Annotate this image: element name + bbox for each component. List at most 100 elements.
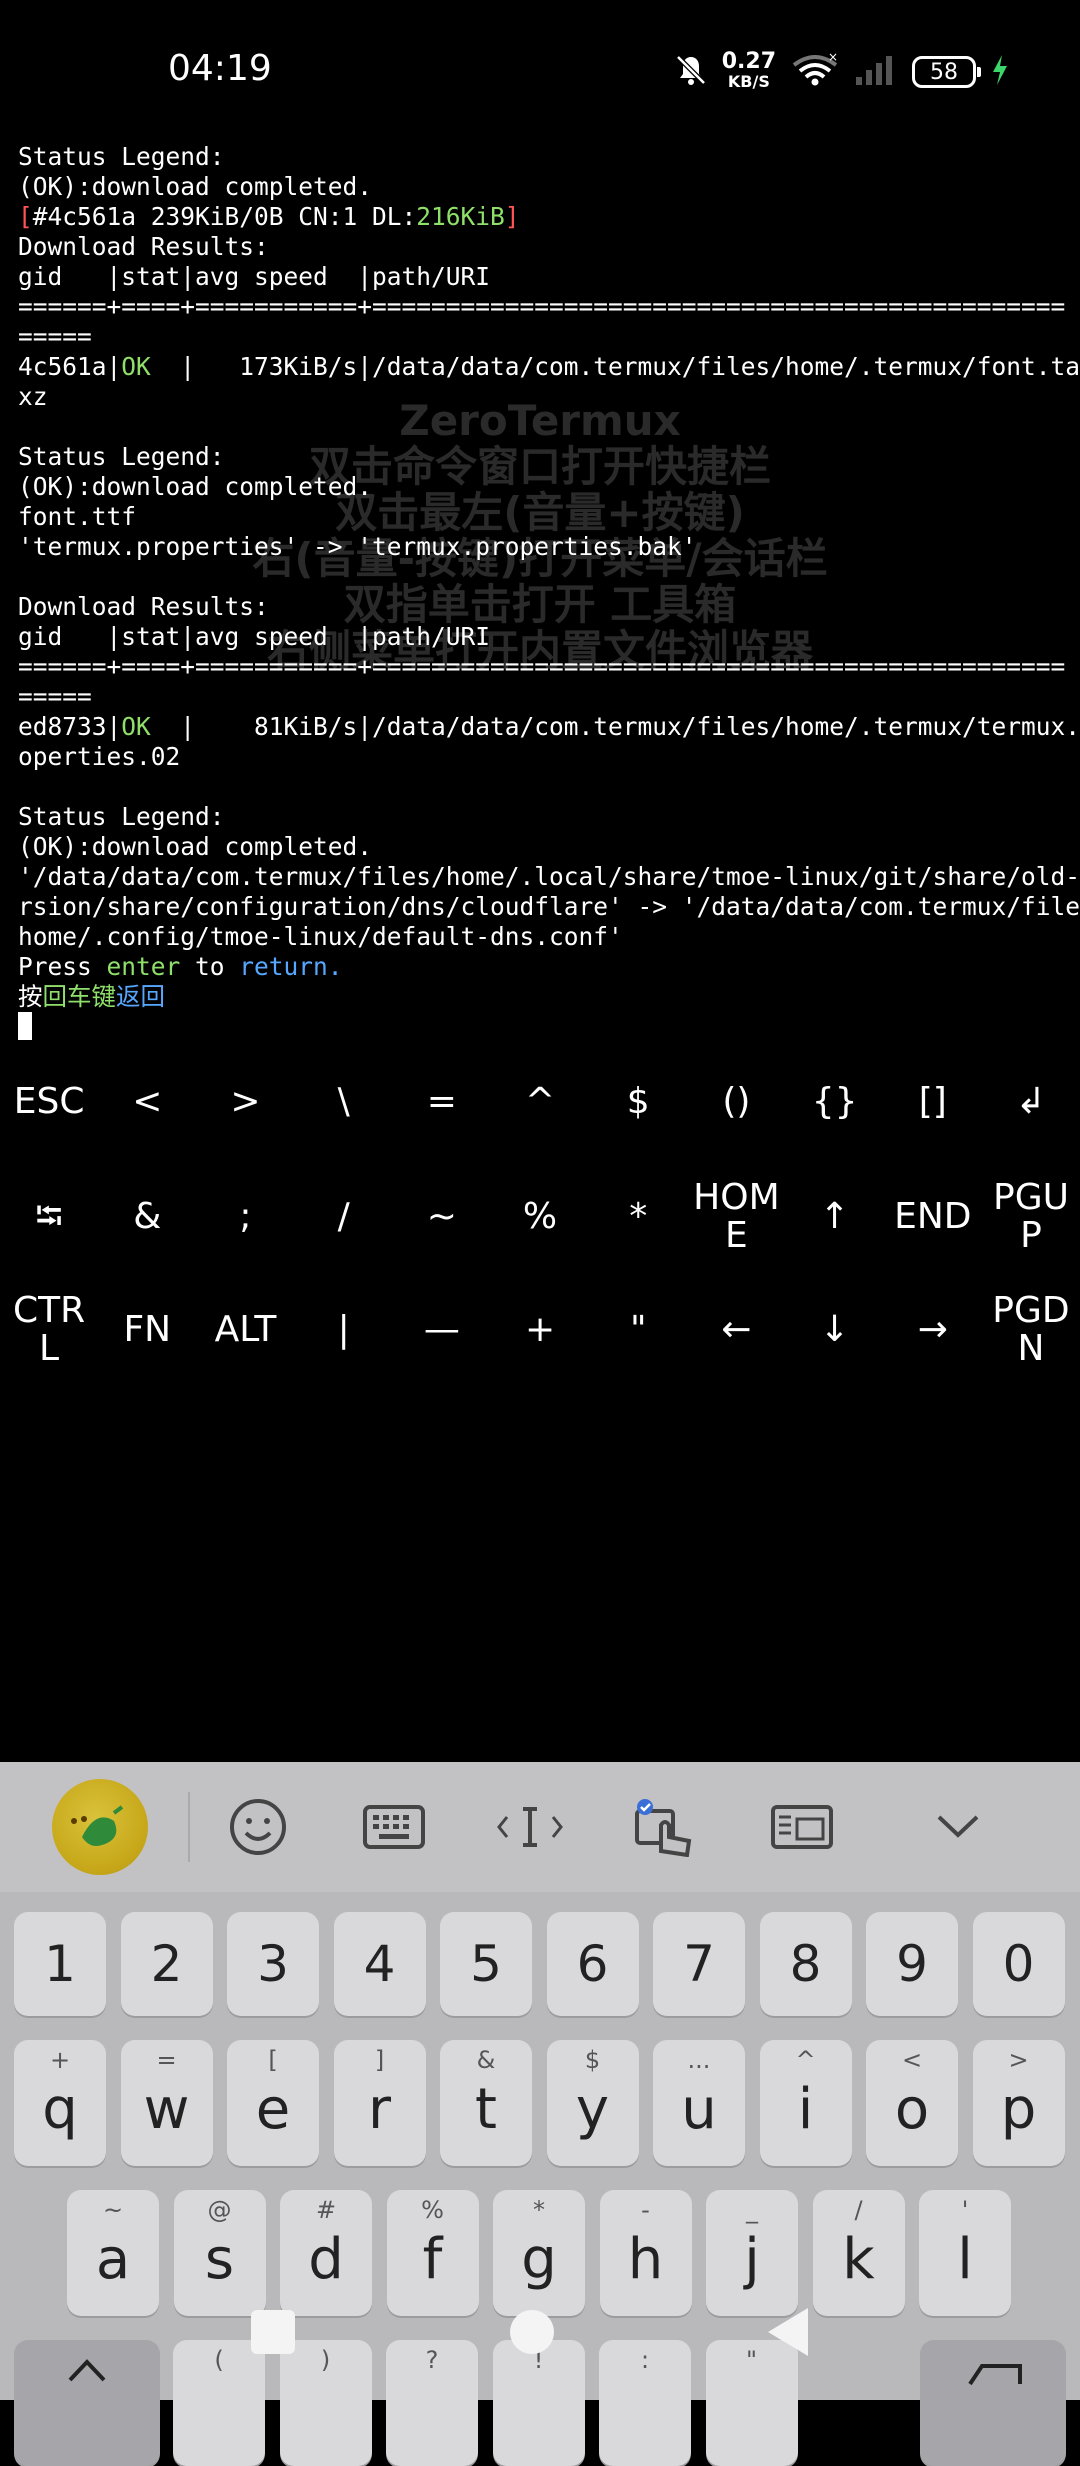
extra-key[interactable]: ↓ (786, 1288, 884, 1372)
shift-key[interactable] (14, 2340, 160, 2466)
key-letter[interactable]: < o (866, 2040, 958, 2166)
key-letter[interactable]: & t (440, 2040, 532, 2166)
extra-key[interactable]: = (393, 1070, 491, 1134)
keyboard-icon[interactable] (326, 1762, 462, 1892)
extra-key[interactable]: < (98, 1070, 196, 1134)
key-letter-label: a (95, 2227, 131, 2292)
extra-key[interactable]: FN (98, 1288, 196, 1372)
key-digit[interactable]: 0 (972, 1912, 1065, 2016)
key-letter[interactable]: + q (14, 2040, 106, 2166)
key-letter-label: q (42, 2077, 78, 2142)
key-letter[interactable]: > p (972, 2040, 1065, 2166)
key-letter[interactable]: ^ i (759, 2040, 852, 2166)
terminal-text: OK (121, 712, 151, 741)
key-digit[interactable]: 1 (14, 1912, 106, 2016)
key-letter[interactable]: @ s (173, 2190, 266, 2316)
terminal-text: Download Results: (18, 232, 269, 261)
extra-key[interactable]: — (393, 1288, 491, 1372)
key-digit[interactable]: 7 (653, 1912, 745, 2016)
emoji-icon[interactable] (190, 1762, 326, 1892)
key-letter[interactable]: ) (279, 2340, 372, 2466)
key-letter[interactable]: [e (227, 2040, 319, 2166)
key-letter[interactable]: ' l (919, 2190, 1011, 2316)
extra-key[interactable]: → (884, 1288, 982, 1372)
key-letter[interactable]: -h (599, 2190, 692, 2316)
extra-key[interactable]: & (98, 1175, 196, 1259)
terminal-line: xz (18, 382, 1068, 412)
extra-key[interactable]: ← (687, 1288, 785, 1372)
terminal-text: Status Legend: (18, 442, 225, 471)
terminal-text: to (180, 952, 240, 981)
key-letter[interactable]: = w (120, 2040, 213, 2166)
terminal-text: OK (121, 352, 151, 381)
key-digit[interactable]: 2 (120, 1912, 213, 2016)
extra-key[interactable]: \ (295, 1070, 393, 1134)
key-digit[interactable]: 3 (227, 1912, 319, 2016)
cursor-edit-icon[interactable] (462, 1762, 598, 1892)
extra-key[interactable]: [] (884, 1070, 982, 1134)
key-letter[interactable]: $ y (546, 2040, 639, 2166)
key-letter[interactable]: # d (280, 2190, 372, 2316)
key-symbol-hint: ^ (795, 2046, 816, 2074)
delete-key[interactable] (920, 2340, 1066, 2466)
nav-home-button[interactable] (510, 2310, 554, 2354)
extra-key[interactable]: CTR L (0, 1288, 98, 1372)
key-symbol-hint: > (1008, 2046, 1029, 2074)
terminal-text: return. (239, 952, 343, 981)
extra-key[interactable]: ↑ (786, 1175, 884, 1259)
key-digit[interactable]: 6 (546, 1912, 639, 2016)
extra-key[interactable]: {} (786, 1070, 884, 1134)
key-letter[interactable]: : (599, 2340, 691, 2466)
extra-key[interactable]: ; (196, 1175, 294, 1259)
key-letter[interactable]: ? (386, 2340, 478, 2466)
extra-key[interactable]: + (491, 1288, 589, 1372)
extra-key[interactable]: " (589, 1288, 687, 1372)
handwriting-icon[interactable] (734, 1762, 870, 1892)
key-letter[interactable]: / k (812, 2190, 905, 2316)
net-speed: 0.27 KB/S (722, 51, 776, 92)
terminal-output[interactable]: Status Legend: (OK):download completed. [#… (18, 142, 1080, 1042)
key-letter[interactable]: ... u (653, 2040, 745, 2166)
terminal-text: 216KiB (416, 202, 505, 231)
terminal-line: (OK):download completed. (18, 472, 1068, 502)
nav-back-button[interactable] (764, 2304, 812, 2364)
nav-recent-button[interactable] (251, 2310, 295, 2354)
extra-key[interactable]: ↲ (982, 1070, 1080, 1134)
key-letter[interactable]: ] r (333, 2040, 426, 2166)
extra-key[interactable]: $ (589, 1070, 687, 1134)
extra-key[interactable]: END (884, 1175, 982, 1259)
key-letter-label: u (681, 2077, 717, 2142)
extra-key[interactable]: ESC (0, 1070, 98, 1134)
key-symbol-hint: & (476, 2046, 496, 2074)
extra-key[interactable]: ^ (491, 1070, 589, 1134)
extra-key[interactable]: PGD N (982, 1288, 1080, 1372)
extra-key[interactable]: | (295, 1288, 393, 1372)
extra-key[interactable]: % (491, 1175, 589, 1259)
key-digit[interactable]: 5 (440, 1912, 532, 2016)
terminal-text: ed8733| (18, 712, 122, 741)
key-digit[interactable]: 4 (333, 1912, 426, 2016)
extra-key[interactable]: HOM E (687, 1175, 785, 1259)
key-digit[interactable]: 9 (866, 1912, 958, 2016)
ime-logo-icon[interactable] (52, 1779, 148, 1875)
extra-key[interactable]: > (196, 1070, 294, 1134)
key-digit[interactable]: 8 (759, 1912, 852, 2016)
extra-key[interactable]: / (295, 1175, 393, 1259)
extra-key[interactable]: ALT (196, 1288, 294, 1372)
extra-key[interactable]: () (687, 1070, 785, 1134)
key-letter[interactable]: * g (493, 2190, 585, 2316)
key-letter[interactable]: % f (386, 2190, 479, 2316)
collapse-icon[interactable] (890, 1762, 1026, 1892)
terminal-line: 'termux.properties' -> 'termux.propertie… (18, 532, 1068, 562)
key-letter[interactable]: _ j (706, 2190, 798, 2316)
key-letter[interactable]: ( (173, 2340, 265, 2466)
terminal-line: Download Results: (18, 592, 1068, 622)
extra-key[interactable]: PGU P (982, 1175, 1080, 1259)
key-letter[interactable]: ~ a (67, 2190, 159, 2316)
terminal-text: Press (18, 952, 107, 981)
extra-key[interactable]: * (589, 1175, 687, 1259)
clipboard-icon[interactable] (598, 1762, 734, 1892)
extra-key[interactable]: ~ (393, 1175, 491, 1259)
key-letter[interactable]: ! (492, 2340, 585, 2466)
extra-key[interactable]: ⭾ (0, 1175, 98, 1259)
